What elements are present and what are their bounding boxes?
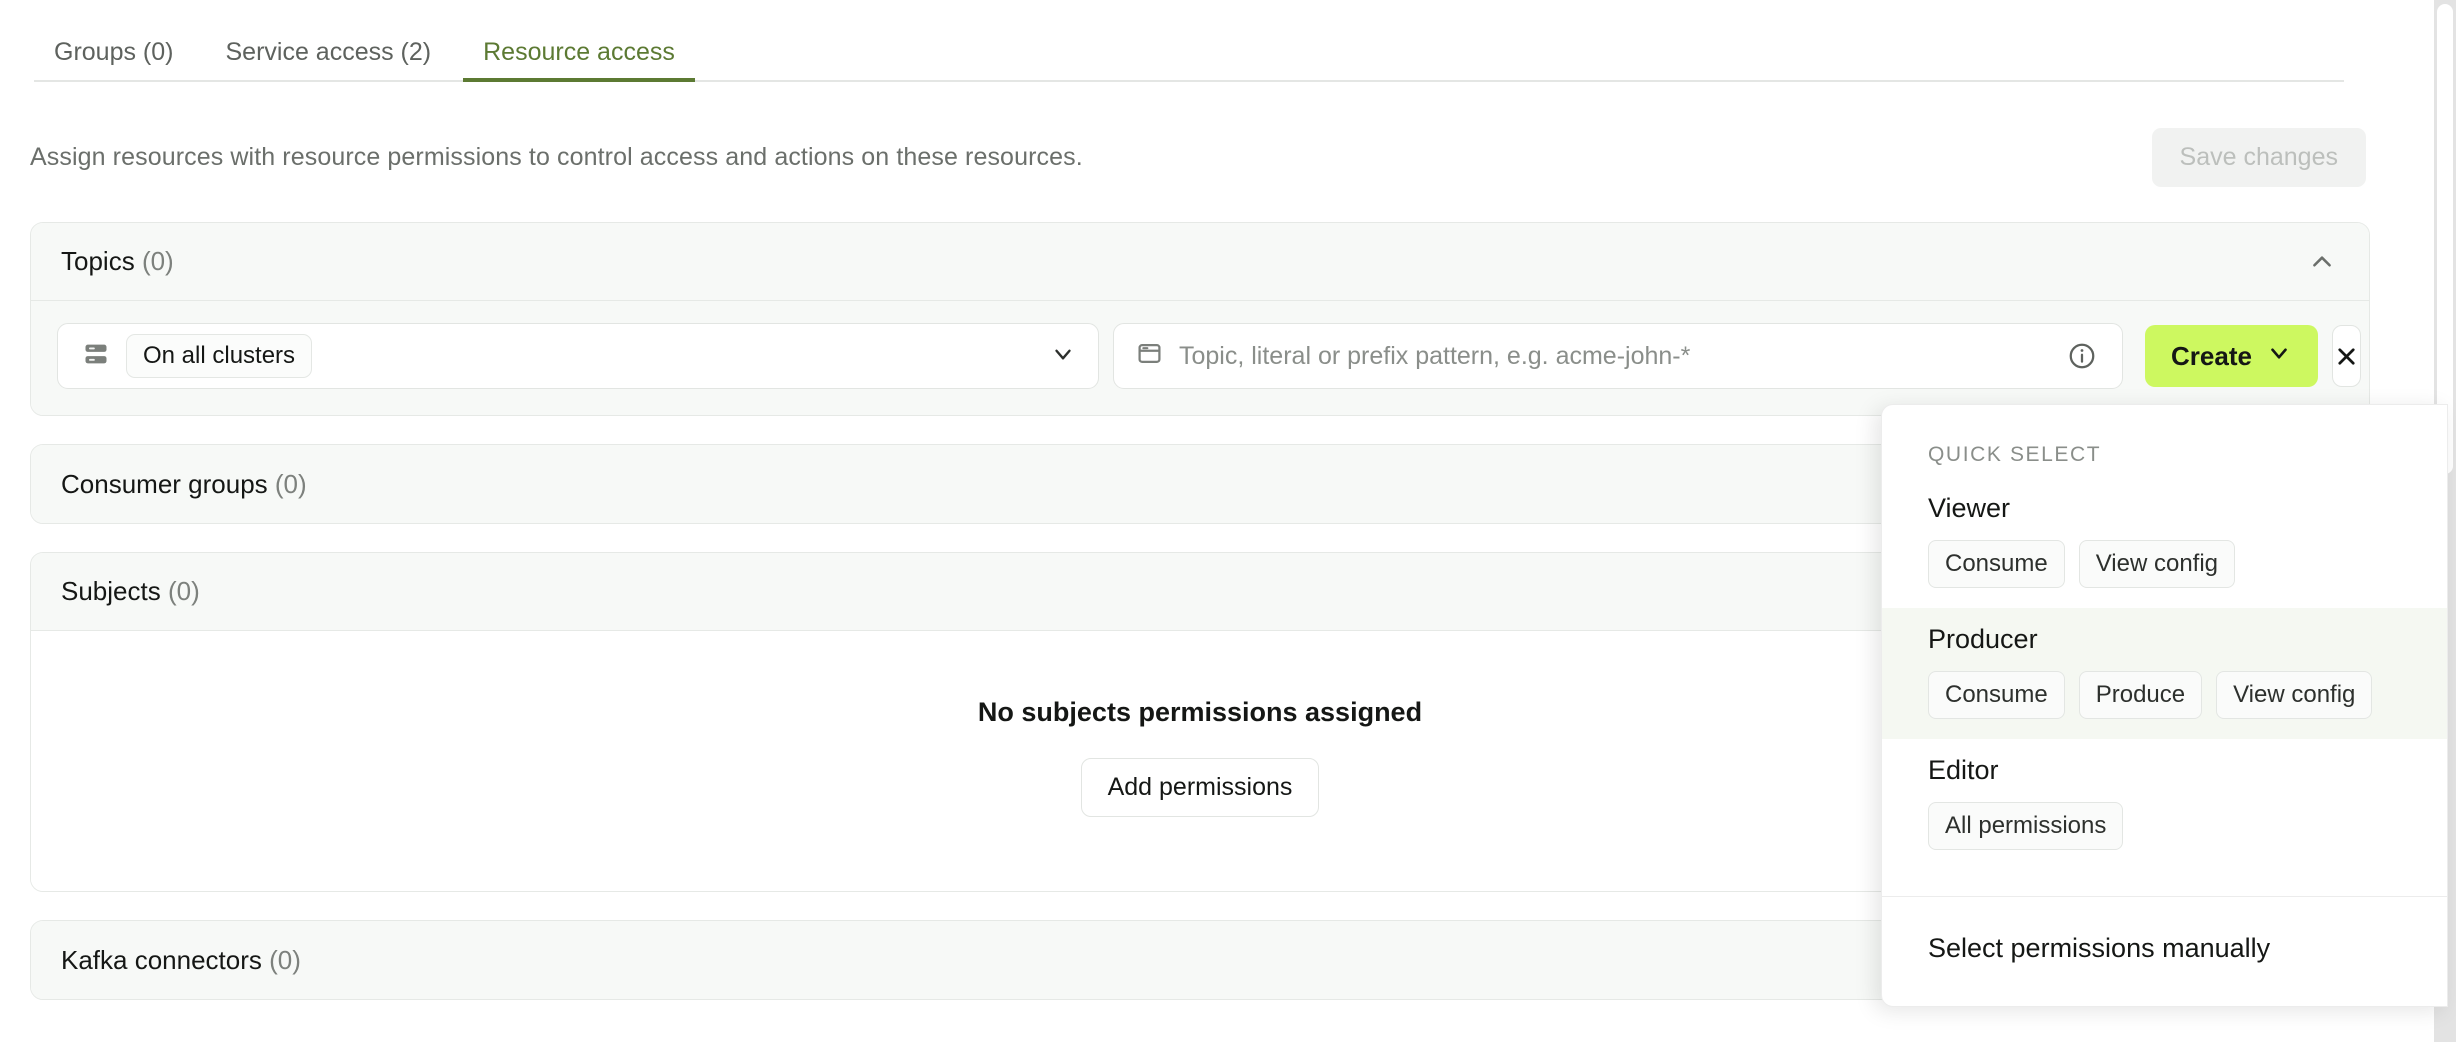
- panel-kafka-connectors-label: Kafka connectors: [61, 944, 262, 975]
- quick-select-dropdown: QUICK SELECT Viewer Consume View config …: [1881, 404, 2448, 1007]
- chevron-down-icon: [2266, 340, 2292, 373]
- panel-kafka-connectors-title: Kafka connectors (0): [61, 945, 301, 976]
- panel-subjects-count: (0): [167, 576, 200, 606]
- tab-resource-access[interactable]: Resource access: [457, 40, 701, 82]
- cluster-chip[interactable]: On all clusters: [126, 334, 313, 378]
- info-icon[interactable]: [2060, 334, 2104, 378]
- create-button[interactable]: Create: [2145, 325, 2318, 387]
- add-permissions-button[interactable]: Add permissions: [1080, 758, 1320, 817]
- topic-pattern-field[interactable]: [1113, 323, 2123, 389]
- page-description: Assign resources with resource permissio…: [30, 142, 1083, 171]
- quick-select-group-title: Producer: [1928, 624, 2038, 654]
- page-subheader: Assign resources with resource permissio…: [0, 118, 2400, 196]
- panel-topics-body: On all clusters Topic, literal or prefix…: [31, 301, 2369, 415]
- topics-controls-row: On all clusters Topic, literal or prefix…: [57, 323, 2361, 389]
- resource-access-page: Groups (0) Service access (2) Resource a…: [0, 0, 2456, 1042]
- topic-icon: [1136, 340, 1163, 372]
- panel-subjects-label: Subjects: [61, 576, 161, 606]
- quick-select-chips: Consume Produce View config: [1928, 671, 2447, 719]
- quick-select-group-title: Viewer: [1928, 493, 2011, 523]
- quick-select-chips: Consume View config: [1928, 540, 2447, 588]
- permission-chip[interactable]: View config: [2078, 540, 2236, 588]
- select-permissions-manually-item[interactable]: Select permissions manually: [1882, 897, 2447, 1006]
- panel-topics-header[interactable]: Topics (0): [31, 223, 2369, 301]
- chevron-down-icon[interactable]: [1050, 341, 1076, 372]
- panel-subjects-title: Subjects (0): [61, 576, 200, 607]
- quick-select-group-viewer[interactable]: Viewer Consume View config: [1882, 477, 2447, 608]
- permission-chip[interactable]: Consume: [1928, 671, 2065, 719]
- quick-select-group-producer[interactable]: Producer Consume Produce View config: [1882, 608, 2447, 739]
- quick-select-label: QUICK SELECT: [1928, 443, 2102, 466]
- permission-chip[interactable]: View config: [2216, 671, 2373, 719]
- topic-pattern-input[interactable]: [1179, 341, 2044, 371]
- quick-select-chips: All permissions: [1928, 802, 2447, 850]
- tab-bar: Groups (0) Service access (2) Resource a…: [0, 0, 2400, 82]
- panel-topics: Topics (0) On all clusters Topic, litera…: [30, 222, 2370, 416]
- chevron-up-icon[interactable]: [2309, 249, 2335, 275]
- panel-kafka-connectors-count: (0): [269, 944, 301, 975]
- panel-topics-title: Topics (0): [61, 246, 174, 277]
- close-topics-row-button[interactable]: [2331, 325, 2361, 387]
- save-changes-button[interactable]: Save changes: [2151, 127, 2366, 187]
- tab-groups[interactable]: Groups (0): [34, 40, 199, 82]
- permission-chip[interactable]: Consume: [1928, 540, 2065, 588]
- permission-chip[interactable]: Produce: [2078, 671, 2203, 719]
- permission-chip[interactable]: All permissions: [1928, 802, 2124, 850]
- panel-topics-count: (0): [141, 246, 174, 276]
- panel-consumer-groups-count: (0): [274, 468, 307, 499]
- quick-select-group-title: Editor: [1928, 755, 1999, 785]
- panel-consumer-groups-title: Consumer groups (0): [61, 469, 307, 500]
- panel-topics-label: Topics: [61, 246, 135, 276]
- quick-select-group-editor[interactable]: Editor All permissions: [1882, 739, 2447, 870]
- panel-consumer-groups-label: Consumer groups: [61, 468, 268, 499]
- close-icon: [2338, 347, 2355, 365]
- create-button-label: Create: [2171, 340, 2252, 371]
- tab-service-access[interactable]: Service access (2): [199, 40, 457, 82]
- server-icon: [82, 340, 110, 373]
- cluster-select[interactable]: On all clusters: [57, 323, 1099, 389]
